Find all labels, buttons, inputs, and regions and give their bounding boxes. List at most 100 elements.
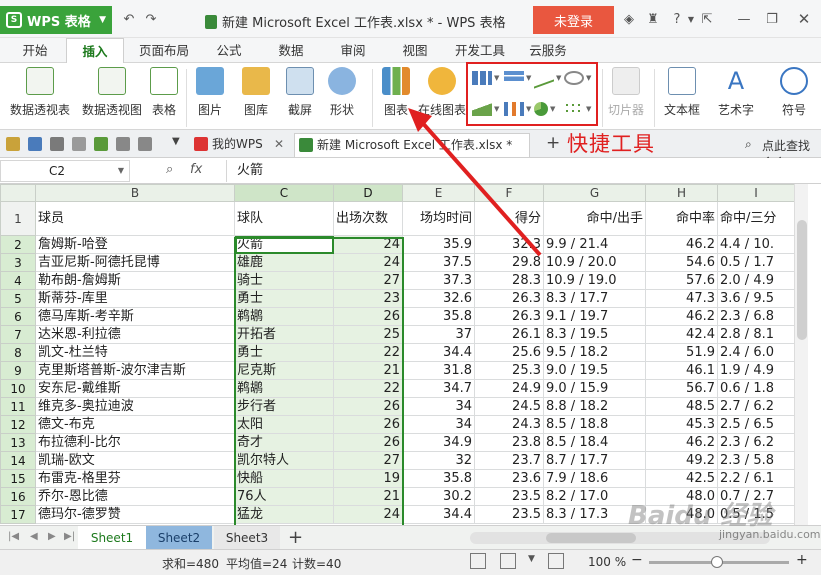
row-header[interactable]: 1 <box>0 201 36 236</box>
cell[interactable]: 25.3 <box>474 361 544 380</box>
cell[interactable]: 24.3 <box>474 415 544 434</box>
cell[interactable]: 8.5 / 18.4 <box>543 433 646 452</box>
cell[interactable]: 9.5 / 18.2 <box>543 343 646 362</box>
page-break-icon[interactable] <box>548 553 564 569</box>
row-header[interactable]: 8 <box>0 343 36 362</box>
cell[interactable]: 凯文-杜兰特 <box>35 343 235 362</box>
cell[interactable]: 8.3 / 17.7 <box>543 289 646 308</box>
cell[interactable]: 34.7 <box>402 379 475 398</box>
cell[interactable]: 奇才 <box>234 433 334 452</box>
cell[interactable]: 46.2 <box>645 235 718 254</box>
fullscreen-icon[interactable]: ⇱ <box>698 10 716 28</box>
cell[interactable]: 出场次数 <box>333 201 403 236</box>
cell[interactable]: 23.7 <box>474 451 544 470</box>
sheet-tab-1[interactable]: Sheet1 <box>78 526 146 550</box>
cell[interactable]: 45.3 <box>645 415 718 434</box>
tab-review[interactable]: 审阅 <box>330 38 376 63</box>
tab-insert[interactable]: 插入 <box>66 38 124 64</box>
cell[interactable]: 35.8 <box>402 469 475 488</box>
format-painter-icon[interactable] <box>94 137 108 151</box>
cell[interactable]: 51.9 <box>645 343 718 362</box>
cell[interactable]: 46.1 <box>645 361 718 380</box>
tab-developer[interactable]: 开发工具 <box>448 38 512 63</box>
row-header[interactable]: 14 <box>0 451 36 470</box>
cell[interactable]: 克里斯塔普斯-波尔津吉斯 <box>35 361 235 380</box>
last-sheet-icon[interactable]: ▶| <box>64 531 75 542</box>
row-header[interactable]: 15 <box>0 469 36 488</box>
cell[interactable]: 35.8 <box>402 307 475 326</box>
cell[interactable]: 2.5 / 6.5 <box>717 415 795 434</box>
zoom-search-icon[interactable]: ⌕ <box>166 162 173 177</box>
cell[interactable]: 凯瑞-欧文 <box>35 451 235 470</box>
cell[interactable]: 吉亚尼斯-阿德托昆博 <box>35 253 235 272</box>
tab-home[interactable]: 开始 <box>12 38 58 63</box>
cell[interactable]: 8.3 / 19.5 <box>543 325 646 344</box>
cell[interactable]: 8.5 / 18.8 <box>543 415 646 434</box>
cell[interactable]: 4.4 / 10. <box>717 235 795 254</box>
cell[interactable]: 火箭 <box>234 235 334 254</box>
select-all-corner[interactable] <box>0 184 36 202</box>
chevron-down-icon[interactable]: ▼ <box>172 136 180 147</box>
table-button[interactable]: 表格 <box>150 67 178 118</box>
chart-button[interactable]: 图表 <box>382 67 410 118</box>
cell[interactable]: 尼克斯 <box>234 361 334 380</box>
cell[interactable]: 23.5 <box>474 505 544 524</box>
cell[interactable]: 32.3 <box>474 235 544 254</box>
cell[interactable]: 34.9 <box>402 433 475 452</box>
row-header[interactable]: 2 <box>0 235 36 254</box>
cell[interactable]: 23.6 <box>474 469 544 488</box>
formula-input[interactable]: 火箭 <box>226 160 821 182</box>
cell[interactable]: 32 <box>402 451 475 470</box>
row-header[interactable]: 13 <box>0 433 36 452</box>
zoom-out-icon[interactable]: − <box>631 552 643 568</box>
shape-button[interactable]: 形状 <box>328 67 356 118</box>
app-menu-button[interactable]: S WPS 表格 ▼ <box>0 6 112 34</box>
cell[interactable]: 46.2 <box>645 433 718 452</box>
cell[interactable]: 达米恩-利拉德 <box>35 325 235 344</box>
cell[interactable]: 10.9 / 20.0 <box>543 253 646 272</box>
tab-cloud[interactable]: 云服务 <box>522 38 574 63</box>
cell[interactable]: 2.8 / 8.1 <box>717 325 795 344</box>
row-header[interactable]: 10 <box>0 379 36 398</box>
cell[interactable]: 27 <box>333 451 403 470</box>
textbox-button[interactable]: 文本框 <box>664 67 700 118</box>
cell[interactable]: 命中/出手 <box>543 201 646 236</box>
column-header[interactable]: H <box>645 184 718 202</box>
scrollbar-thumb[interactable] <box>797 220 807 340</box>
row-header[interactable]: 6 <box>0 307 36 326</box>
close-icon[interactable]: ✕ <box>795 10 813 28</box>
cell[interactable]: 9.0 / 19.5 <box>543 361 646 380</box>
cell[interactable]: 开拓者 <box>234 325 334 344</box>
cell[interactable]: 球队 <box>234 201 334 236</box>
shirt-icon[interactable]: ♜ <box>644 10 662 28</box>
cell[interactable]: 37 <box>402 325 475 344</box>
gallery-button[interactable]: 图库 <box>242 67 270 118</box>
search-icon[interactable]: ⌕ <box>745 137 752 152</box>
cell[interactable]: 56.7 <box>645 379 718 398</box>
column-header[interactable]: F <box>474 184 544 202</box>
save-icon[interactable] <box>28 137 42 151</box>
cell[interactable]: 步行者 <box>234 397 334 416</box>
cell[interactable]: 2.2 / 6.1 <box>717 469 795 488</box>
cell[interactable]: 鹈鹕 <box>234 307 334 326</box>
picture-button[interactable]: 图片 <box>196 67 224 118</box>
column-header[interactable]: E <box>402 184 475 202</box>
cell[interactable]: 詹姆斯-哈登 <box>35 235 235 254</box>
zoom-in-icon[interactable]: + <box>796 552 808 568</box>
cell[interactable]: 2.3 / 6.2 <box>717 433 795 452</box>
page-layout-icon[interactable] <box>500 553 516 569</box>
print-icon[interactable] <box>50 137 64 151</box>
row-header[interactable]: 17 <box>0 505 36 524</box>
symbol-button[interactable]: 符号 <box>780 67 808 118</box>
tab-page-layout[interactable]: 页面布局 <box>132 38 196 63</box>
minimize-icon[interactable]: — <box>735 10 753 28</box>
cell[interactable]: 29.8 <box>474 253 544 272</box>
cell[interactable]: 24.5 <box>474 397 544 416</box>
sheet-tab-3[interactable]: Sheet3 <box>214 526 280 550</box>
cell[interactable]: 8.8 / 18.2 <box>543 397 646 416</box>
cell[interactable]: 2.0 / 4.9 <box>717 271 795 290</box>
cell[interactable]: 34.4 <box>402 505 475 524</box>
cell[interactable]: 23.5 <box>474 487 544 506</box>
column-header[interactable]: D <box>333 184 403 202</box>
preview-icon[interactable] <box>72 137 86 151</box>
